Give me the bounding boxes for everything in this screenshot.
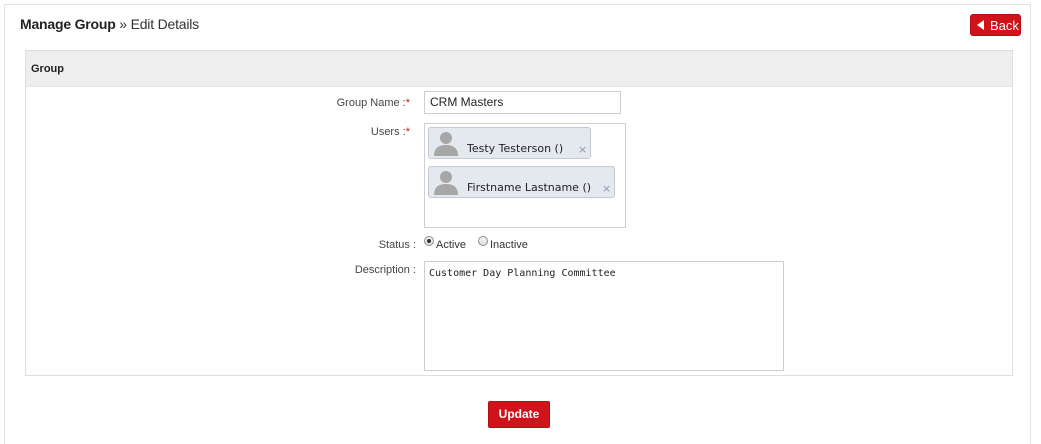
required-mark: * [405,126,410,138]
users-label: Users :* [370,126,410,138]
status-active-label[interactable]: Active [436,239,466,251]
user-avatar-icon [434,171,458,195]
group-name-input[interactable]: CRM Masters [424,91,621,114]
required-mark: * [405,97,410,109]
description-label: Description : [354,264,416,276]
user-chip: Firstname Lastname () × [428,166,615,198]
update-button[interactable]: Update [488,401,550,428]
breadcrumb-separator: » [115,16,131,32]
status-inactive-radio[interactable] [478,236,488,246]
breadcrumb: Manage Group » Edit Details [20,16,199,32]
users-multiselect[interactable]: Testy Testerson () × Firstname Lastname … [424,123,626,228]
breadcrumb-current: Edit Details [130,16,200,32]
group-name-label: Group Name :* [336,97,410,109]
description-textarea[interactable]: Customer Day Planning Committee [424,261,784,371]
user-chip-name: Firstname Lastname () [467,181,592,194]
panel-title: Group [26,51,1012,87]
back-button[interactable]: Back [970,14,1021,36]
remove-user-icon[interactable]: × [602,182,611,195]
breadcrumb-section[interactable]: Manage Group [20,16,116,32]
remove-user-icon[interactable]: × [578,143,587,156]
status-label: Status : [378,239,416,251]
user-chip: Testy Testerson () × [428,127,591,159]
back-button-label: Back [990,17,1019,33]
back-arrow-icon [977,20,984,30]
user-chip-name: Testy Testerson () [467,142,564,155]
status-inactive-label[interactable]: Inactive [490,239,528,251]
user-avatar-icon [434,132,458,156]
status-active-radio[interactable] [424,236,434,246]
